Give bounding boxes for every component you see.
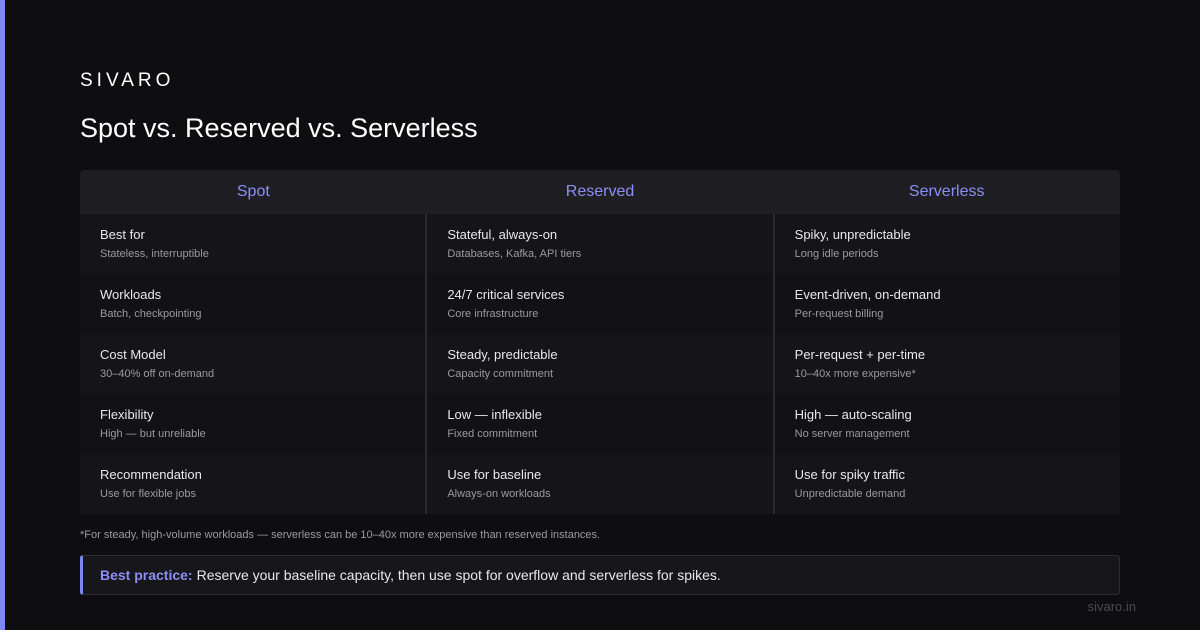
callout-label: Best practice: [100, 567, 193, 583]
cell-sub: Batch, checkpointing [100, 308, 202, 320]
comparison-table: Spot Reserved Serverless Best for Statel… [80, 170, 1120, 514]
cell-main: High — auto-scaling [794, 407, 912, 422]
cell-main: Flexibility [100, 407, 154, 422]
table-cell: Flexibility High — but unreliable [80, 394, 426, 454]
column-reserved: Stateful, always-on Databases, Kafka, AP… [425, 214, 773, 514]
cell-sub: High — but unreliable [100, 428, 206, 440]
callout-text: Reserve your baseline capacity, then use… [196, 567, 721, 583]
cell-main: Cost Model [100, 347, 166, 362]
accent-bar [0, 0, 5, 630]
column-header-serverless: Serverless [908, 183, 985, 200]
table-cell: Cost Model 30–40% off on-demand [80, 334, 426, 394]
cell-sub: Per-request billing [794, 308, 884, 320]
table-cell: Use for spiky traffic Unpredictable dema… [774, 454, 1120, 514]
cell-sub: Always-on workloads [447, 488, 551, 500]
column-header-spot: Spot [236, 183, 270, 200]
brand-logo: SIVARO [80, 70, 175, 91]
cell-main: Steady, predictable [447, 347, 558, 362]
table-header: Spot Reserved Serverless [80, 170, 1120, 214]
cell-main: Use for baseline [447, 467, 542, 482]
table-cell: Spiky, unpredictable Long idle periods [774, 214, 1120, 274]
table-cell: Steady, predictable Capacity commitment [427, 334, 773, 394]
cell-main: Use for spiky traffic [794, 467, 905, 482]
cell-main: Per-request + per-time [794, 347, 926, 362]
cell-sub: 10–40x more expensive* [794, 368, 916, 380]
table-cell: Workloads Batch, checkpointing [80, 274, 426, 334]
footnote: *For steady, high-volume workloads — ser… [80, 529, 601, 541]
table-cell: Best for Stateless, interruptible [80, 214, 426, 274]
cell-sub: Stateless, interruptible [100, 248, 209, 260]
cell-main: 24/7 critical services [447, 287, 565, 302]
cell-main: Best for [100, 227, 145, 242]
best-practice-callout: Best practice: Reserve your baseline cap… [80, 555, 1120, 595]
cell-sub: Fixed commitment [447, 428, 538, 440]
table-cell: Event-driven, on-demand Per-request bill… [774, 274, 1120, 334]
cell-main: Workloads [100, 287, 162, 302]
table-cell: High — auto-scaling No server management [774, 394, 1120, 454]
cell-sub: Unpredictable demand [794, 488, 906, 500]
cell-main: Recommendation [100, 467, 202, 482]
cell-sub: Databases, Kafka, API tiers [447, 248, 582, 260]
cell-main: Event-driven, on-demand [794, 287, 941, 302]
page-title: Spot vs. Reserved vs. Serverless [80, 113, 478, 143]
cell-sub: No server management [794, 428, 910, 440]
table-body: Best for Stateless, interruptible Worklo… [80, 214, 1120, 514]
cell-sub: Use for flexible jobs [100, 488, 196, 500]
table-cell: 24/7 critical services Core infrastructu… [427, 274, 773, 334]
column-serverless: Spiky, unpredictable Long idle periods E… [772, 214, 1120, 514]
site-domain: sivaro.in [1087, 599, 1136, 614]
cell-sub: Capacity commitment [447, 368, 554, 380]
column-spot: Best for Stateless, interruptible Worklo… [80, 214, 426, 514]
column-header-reserved: Reserved [565, 183, 635, 200]
table-cell: Per-request + per-time 10–40x more expen… [774, 334, 1120, 394]
table-cell: Stateful, always-on Databases, Kafka, AP… [427, 214, 773, 274]
cell-sub: Long idle periods [794, 248, 879, 260]
table-cell: Recommendation Use for flexible jobs [80, 454, 426, 514]
cell-sub: 30–40% off on-demand [100, 368, 215, 380]
cell-main: Low — inflexible [447, 407, 542, 422]
cell-sub: Core infrastructure [447, 308, 539, 320]
table-cell: Low — inflexible Fixed commitment [427, 394, 773, 454]
table-cell: Use for baseline Always-on workloads [427, 454, 773, 514]
cell-main: Stateful, always-on [447, 227, 558, 242]
cell-main: Spiky, unpredictable [794, 227, 911, 242]
